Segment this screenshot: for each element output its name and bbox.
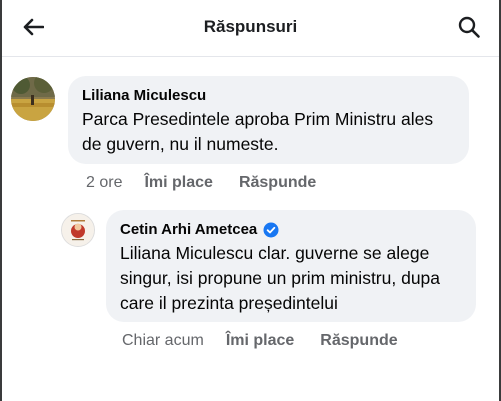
like-button[interactable]: Îmi place [144, 174, 212, 192]
comment-author[interactable]: Cetin Arhi Ametcea [120, 220, 257, 240]
verified-badge-icon [263, 222, 279, 238]
avatar[interactable] [11, 77, 55, 121]
reply-author-row: Cetin Arhi Ametcea [120, 220, 462, 240]
profile-photo-landscape [11, 77, 55, 121]
comment-bubble: Liliana Miculescu Parca Presedintele apr… [68, 76, 469, 164]
comment-line: care il prezinta președintelui [120, 293, 338, 313]
search-button[interactable] [455, 13, 483, 41]
search-icon [458, 16, 480, 38]
comment-line: de guvern, nu il numeste. [82, 134, 279, 154]
comment-line: Parca Presedintele aproba Prim Ministru … [82, 109, 434, 129]
comment-text: Parca Presedintele aproba Prim Ministru … [82, 107, 455, 157]
like-button[interactable]: Îmi place [226, 332, 294, 350]
comment-line: singur, isi propune un prim ministru, du… [120, 268, 441, 288]
top-bar: Răspunsuri [2, 0, 499, 57]
comment-timestamp[interactable]: Chiar acum [122, 332, 204, 350]
reply-button[interactable]: Răspunde [239, 174, 316, 192]
reply-actions: Chiar acum Îmi place Răspunde [122, 332, 398, 350]
page-title: Răspunsuri [203, 17, 298, 36]
comment-text: Liliana Miculescu clar. guverne se alege… [120, 241, 462, 316]
reply-button[interactable]: Răspunde [320, 332, 397, 350]
profile-photo-illustration [62, 214, 94, 246]
avatar[interactable] [61, 213, 95, 247]
comment-timestamp[interactable]: 2 ore [86, 174, 122, 192]
window-border-left [0, 0, 2, 401]
reply-bubble: Cetin Arhi Ametcea Liliana Miculescu cla… [106, 210, 476, 322]
comment-actions: 2 ore Îmi place Răspunde [86, 174, 316, 192]
comment-line: Liliana Miculescu clar. guverne se alege [120, 243, 430, 263]
comment-author[interactable]: Liliana Miculescu [82, 86, 455, 106]
